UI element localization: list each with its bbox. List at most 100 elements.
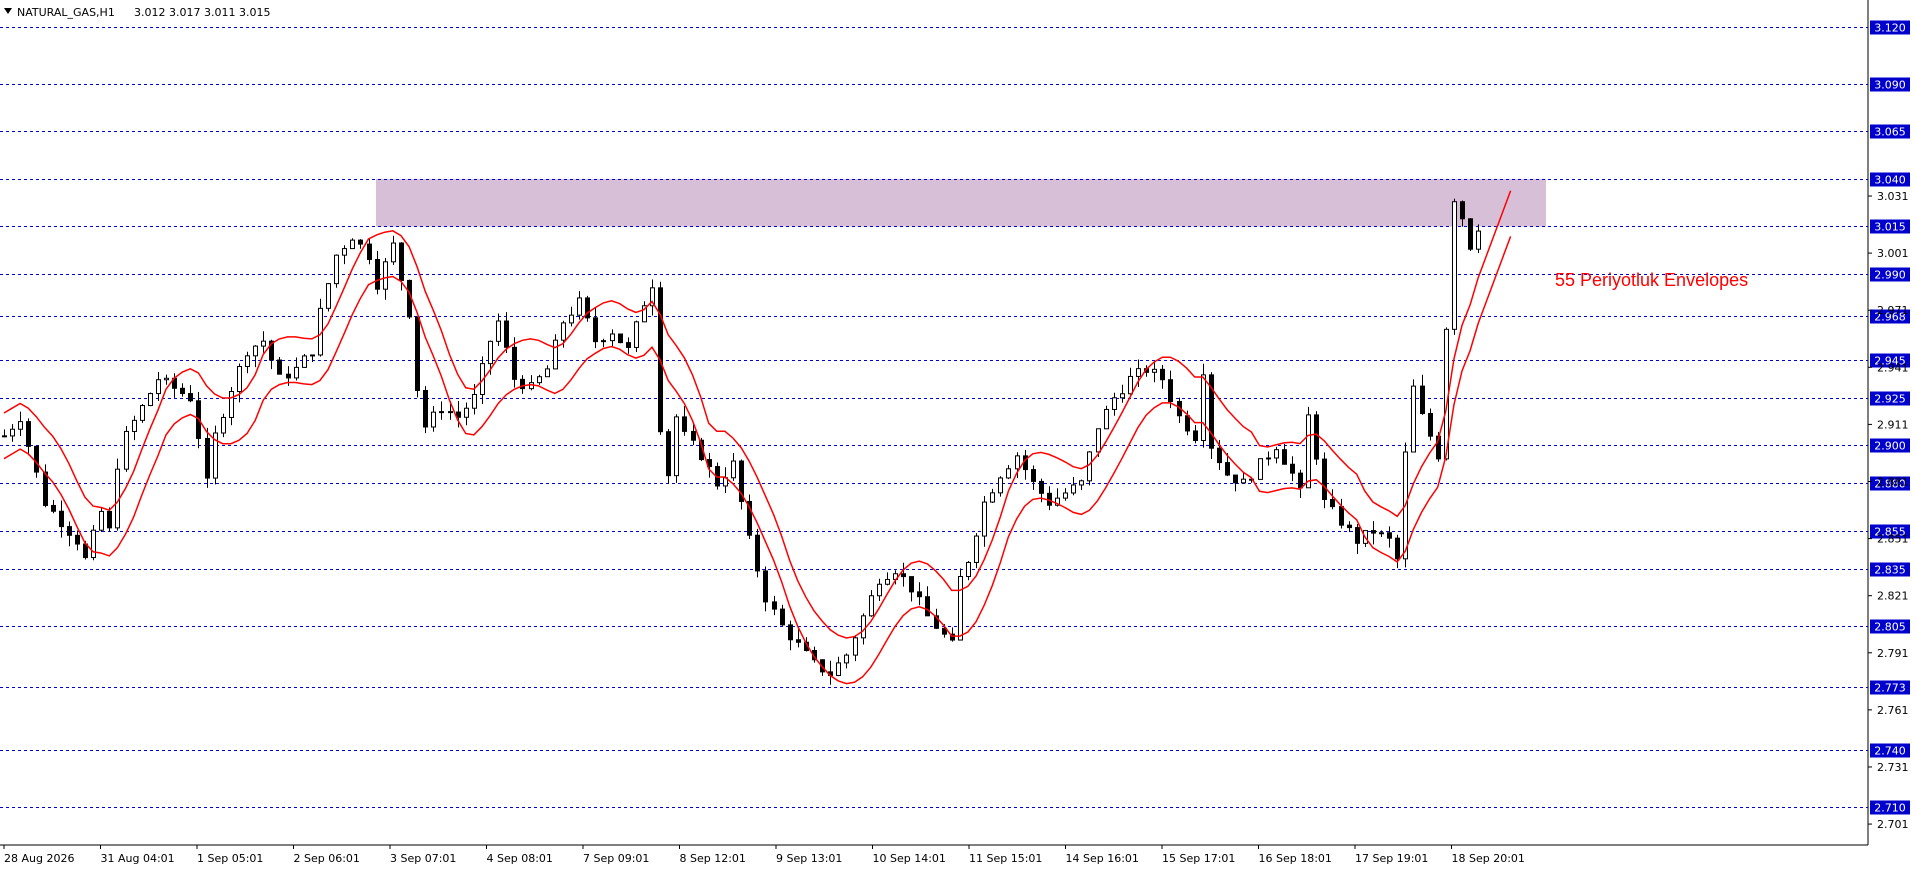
candle-body [1371,530,1376,534]
candle-body [553,339,558,370]
x-axis-tick-label: 7 Sep 09:01 [583,852,649,865]
candle-body [772,601,777,610]
resistance-zone [376,178,1546,227]
candle-body [496,320,501,342]
candle-body [796,639,801,643]
candle-body [1290,463,1295,474]
resistance-zone-layer [376,178,1546,227]
candle-body [998,477,1003,494]
candle-body [205,437,210,479]
candle-body [1387,532,1392,539]
candle-body [1031,469,1036,482]
candle-body [861,615,866,639]
candle-body [1233,474,1238,484]
candle-body [853,637,858,656]
x-axis-tick-label: 1 Sep 05:01 [197,852,263,865]
price-chart[interactable]: 3.120 3.090 3.065 3.040 3.015 2.990 2.968 2.945… [0,0,1916,868]
candle-body [423,389,428,428]
candle-body [1306,414,1311,489]
y-axis-tick-label: 2.731 [1877,761,1909,774]
candle-body [456,411,461,418]
candle-body [1071,484,1076,494]
price-level-label: 3.015 [1874,221,1906,234]
candle-body [180,387,185,395]
price-level-label: 2.710 [1874,802,1906,815]
candle-body [593,317,598,343]
candle-body [901,573,906,578]
candle-body [43,471,48,506]
candle-body [221,416,226,434]
candle-body [869,595,874,617]
ohlc-values: 3.012 3.017 3.011 3.015 [134,6,270,19]
candle-body [1128,375,1133,395]
candle-body [1104,408,1109,430]
candle-body [610,333,615,342]
candle-body [132,419,137,432]
candle-body [682,416,687,432]
x-axis-tick-label: 15 Sep 17:01 [1162,852,1235,865]
candle-body [763,570,768,603]
candle-body [75,534,80,545]
candle-body [229,390,234,418]
candle-body [1330,498,1335,508]
x-axis-tick-label: 14 Sep 16:01 [1066,852,1139,865]
candle-body [488,340,493,365]
candle-body [1379,532,1384,535]
x-axis-tick-label: 10 Sep 14:01 [873,852,946,865]
candle-body [1460,201,1465,220]
candle-body [990,492,995,503]
candle-body [1168,379,1173,403]
candle-body [1120,393,1125,399]
candle-body [472,393,477,409]
candle-body [755,534,760,572]
chart-svg[interactable]: 3.1203.0903.0653.0403.0152.9902.9682.945… [0,0,1916,868]
candle-body [1201,374,1206,441]
candle-body [342,248,347,256]
x-axis-tick-label: 17 Sep 19:01 [1355,852,1428,865]
candle-body [537,376,542,384]
candle-body [310,354,315,357]
candle-body [1152,368,1157,373]
chart-background [0,0,1916,868]
candle-body [1015,455,1020,470]
y-axis-tick-label: 2.701 [1877,818,1909,831]
candle-body [367,243,372,260]
candle-body [1266,457,1271,460]
candle-body [780,608,785,626]
candle-body [512,346,517,380]
price-level-label: 2.805 [1874,621,1906,634]
candle-body [504,320,509,348]
candle-body [1298,472,1303,489]
candle-body [885,578,890,585]
candle-body [545,368,550,378]
price-level-label: 2.925 [1874,393,1906,406]
candle-body [294,366,299,379]
candle-body [601,340,606,343]
candle-body [788,624,793,641]
y-axis-tick-label: 3.001 [1877,247,1909,260]
candle-body [1096,428,1101,453]
price-level-label: 3.120 [1874,22,1906,35]
x-axis-tick-label: 31 Aug 04:01 [101,852,175,865]
candle-body [1274,449,1279,459]
candle-body [67,526,72,536]
candle-body [1006,468,1011,479]
price-level-label: 2.773 [1874,682,1906,695]
candle-body [909,576,914,593]
candle-body [124,430,129,470]
candle-body [877,583,882,597]
candle-body [561,322,566,341]
candle-body [1395,537,1400,560]
y-axis-tick-label: 2.851 [1877,533,1909,546]
candle-body [1322,458,1327,500]
price-level-label: 2.990 [1874,269,1906,282]
candle-body [1160,368,1165,381]
candle-body [836,662,841,676]
candle-body [1339,506,1344,526]
x-axis-tick-label: 11 Sep 15:01 [969,852,1042,865]
x-axis-tick-label: 28 Aug 2026 [4,852,74,865]
candle-body [1347,524,1352,529]
candle-body [974,535,979,563]
candle-body [326,283,331,309]
candle-body [666,431,671,477]
